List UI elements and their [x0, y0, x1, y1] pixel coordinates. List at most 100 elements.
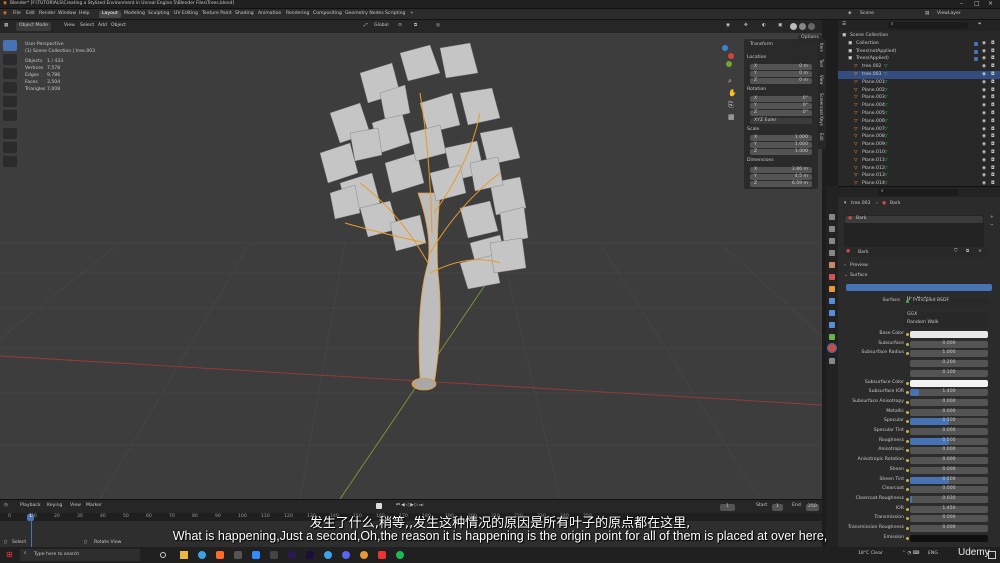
visibility-eye-icon[interactable]: ◉: [982, 135, 986, 140]
render-camera-icon[interactable]: ◘: [991, 111, 995, 117]
zoom-icon[interactable]: ⌕: [728, 78, 732, 85]
render-camera-icon[interactable]: ◘: [991, 166, 995, 172]
blender-menu-icon[interactable]: ◉: [3, 11, 7, 17]
mesh-data-icon[interactable]: ▽: [884, 65, 888, 70]
mesh-data-icon[interactable]: ▽: [884, 135, 888, 140]
render-camera-icon[interactable]: ◘: [991, 72, 995, 78]
navigation-gizmo[interactable]: [710, 43, 738, 71]
scale-tool-icon[interactable]: [3, 96, 17, 107]
material-slot-list[interactable]: ● Bark: [844, 215, 984, 247]
render-camera-icon[interactable]: ◘: [991, 80, 995, 86]
texture-tab-icon[interactable]: [829, 358, 835, 364]
input-socket-icon[interactable]: [906, 352, 909, 356]
outliner-item[interactable]: ▽ Plane.010 ▽ ◉ ◘: [838, 149, 1000, 157]
outliner-item[interactable]: ▽ tree.002 ▽ ◉ ◘: [838, 63, 1000, 71]
input-socket-icon[interactable]: [906, 507, 909, 511]
preview-section-label[interactable]: Preview: [850, 263, 868, 269]
timeline-menu-keying[interactable]: Keying: [47, 503, 62, 509]
solid-shading-icon[interactable]: [790, 23, 797, 30]
dimensions-y-field[interactable]: Y 4.5 m: [750, 174, 812, 180]
mesh-data-icon[interactable]: ▽: [884, 80, 888, 86]
shader-input-field[interactable]: 0.000: [910, 457, 988, 465]
tab-compositing[interactable]: Compositing: [310, 11, 345, 18]
menu-render[interactable]: Render: [39, 11, 55, 17]
fake-user-icon[interactable]: ⛉: [954, 249, 957, 255]
maximize-button[interactable]: □: [974, 1, 980, 7]
mesh-data-icon[interactable]: ▽: [884, 174, 888, 179]
timeline-menu-view[interactable]: View: [70, 503, 81, 509]
visibility-eye-icon[interactable]: ◉: [982, 166, 986, 172]
mesh-data-icon[interactable]: ▽: [884, 96, 888, 101]
exclude-checkbox[interactable]: [974, 41, 978, 46]
shader-input-field[interactable]: 0.000: [910, 447, 988, 455]
visibility-eye-icon[interactable]: ◉: [982, 57, 986, 62]
input-socket-icon[interactable]: [906, 468, 909, 472]
premiere-icon[interactable]: [288, 551, 296, 559]
outliner-item[interactable]: ▽ Plane.003 ▽ ◉ ◘: [838, 94, 1000, 102]
rotation-y-field[interactable]: Y 0°: [750, 103, 812, 109]
outliner-item[interactable]: ▽ Plane.009 ▽ ◉ ◘: [838, 141, 1000, 149]
app-icon[interactable]: [378, 551, 386, 559]
mesh-data-icon[interactable]: ▽: [884, 158, 888, 164]
visibility-eye-icon[interactable]: ◉: [982, 143, 986, 148]
record-icon[interactable]: [376, 503, 382, 509]
mesh-data-icon[interactable]: ▽: [884, 127, 888, 133]
tab-layout[interactable]: Layout: [99, 11, 121, 18]
render-camera-icon[interactable]: ◘: [991, 49, 995, 55]
snap-icon[interactable]: ⧉: [414, 23, 417, 29]
world-tab-icon[interactable]: [829, 274, 835, 280]
start-button[interactable]: ⊞: [6, 551, 13, 559]
render-camera-icon[interactable]: ◘: [991, 143, 995, 148]
object-tab-icon[interactable]: [829, 286, 835, 292]
rendered-shading-icon[interactable]: [808, 23, 815, 30]
menu-file[interactable]: File: [13, 11, 21, 17]
app-icon[interactable]: [252, 551, 260, 559]
physics-tab-icon[interactable]: [829, 322, 835, 328]
tab-rendering[interactable]: Rendering: [283, 11, 312, 18]
render-camera-icon[interactable]: ◘: [991, 57, 995, 62]
editor-type-icon[interactable]: ▦: [4, 23, 8, 29]
close-button[interactable]: ×: [988, 1, 993, 7]
render-camera-icon[interactable]: ◘: [991, 174, 995, 179]
outliner-item[interactable]: ▣ Trees(Applied) ◉ ◘: [838, 55, 1000, 63]
outliner-item[interactable]: ▣ Trees(notApplied) ◉ ◘: [838, 48, 1000, 56]
current-frame-field[interactable]: 1: [720, 504, 735, 511]
shader-input-field[interactable]: 0.000: [910, 398, 988, 406]
subsurface-method-dropdown[interactable]: Random Walk: [904, 320, 988, 327]
surface-section-label[interactable]: Surface: [850, 273, 868, 279]
shader-input-field[interactable]: 0.030: [910, 495, 988, 503]
cursor-tool-icon[interactable]: [3, 54, 17, 65]
select-box-tool-icon[interactable]: [3, 40, 17, 51]
scale-x-field[interactable]: X 1.000: [750, 135, 812, 141]
input-socket-icon[interactable]: [906, 333, 909, 336]
y-axis-icon[interactable]: [726, 61, 732, 67]
unreal-engine-icon[interactable]: [270, 551, 278, 559]
outliner-item[interactable]: ▽ Plane.005 ▽ ◉ ◘: [838, 110, 1000, 118]
render-camera-icon[interactable]: ◘: [991, 119, 995, 125]
scale-z-field[interactable]: Z 1.000: [750, 149, 812, 155]
spotify-icon[interactable]: [396, 551, 404, 559]
visibility-eye-icon[interactable]: ◉: [982, 88, 986, 94]
minimize-button[interactable]: –: [960, 1, 963, 7]
tab-edit[interactable]: Edit: [819, 133, 824, 141]
outliner-item[interactable]: ▽ Plane.008 ▽ ◉ ◘: [838, 133, 1000, 141]
tab-shading[interactable]: Shading: [232, 11, 257, 18]
outliner-item[interactable]: ▣ Scene Collection: [838, 32, 1000, 40]
render-tab-icon[interactable]: [829, 226, 835, 232]
pivot-icon[interactable]: ⊙: [398, 23, 402, 29]
render-camera-icon[interactable]: ◘: [991, 96, 995, 101]
menu-help[interactable]: Help: [79, 11, 89, 17]
outliner-item[interactable]: ▽ Plane.012 ▽ ◉ ◘: [838, 165, 1000, 173]
surface-chevron-icon[interactable]: ⌄: [844, 273, 848, 279]
task-view-icon[interactable]: [160, 552, 166, 558]
location-x-field[interactable]: X 0 m: [750, 64, 812, 70]
material-tab-icon[interactable]: [827, 343, 837, 353]
outliner-item[interactable]: ▽ Plane.013 ▽ ◉ ◘: [838, 172, 1000, 180]
add-cube-tool-icon[interactable]: [3, 156, 17, 167]
outliner-editor-icon[interactable]: ☰: [842, 22, 846, 28]
input-socket-icon[interactable]: [906, 478, 909, 482]
tab-item[interactable]: Item: [819, 43, 824, 52]
input-socket-icon[interactable]: [906, 459, 909, 463]
exclude-checkbox[interactable]: [974, 49, 978, 54]
tab-screencast-keys[interactable]: Screencast Keys: [819, 93, 824, 126]
